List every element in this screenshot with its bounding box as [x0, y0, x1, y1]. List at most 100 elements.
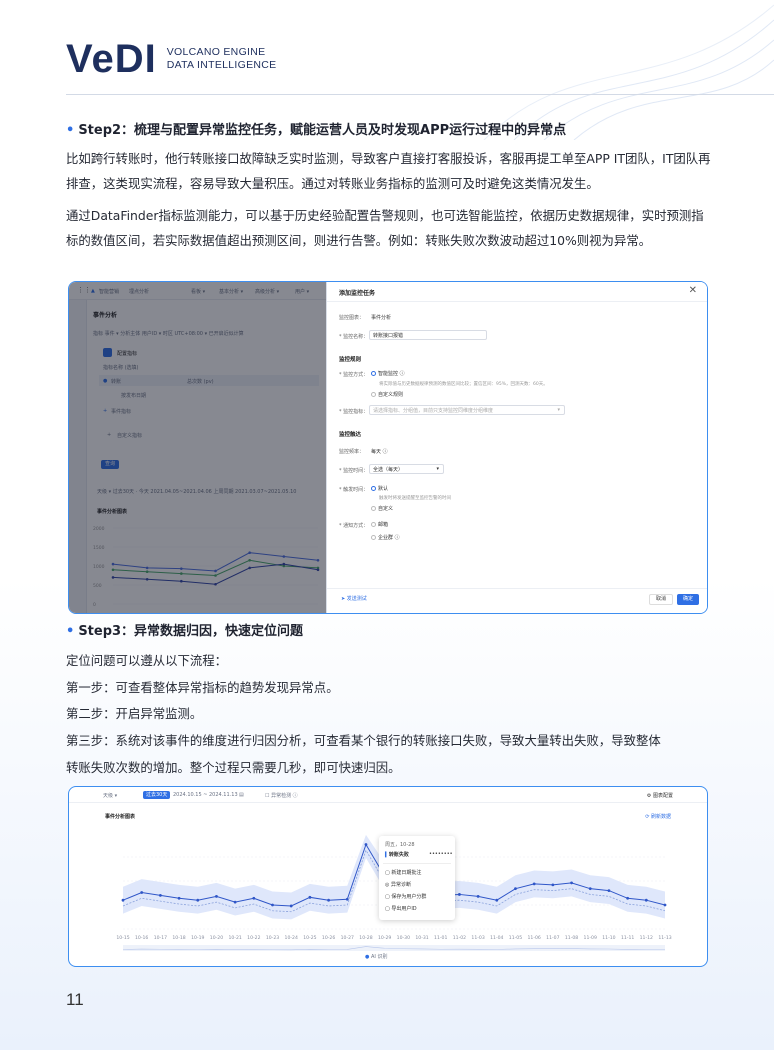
series-point: [233, 900, 237, 904]
series-point: [532, 882, 536, 886]
step3-step-a: 第一步：可查看整体异常指标的趋势发现异常点。: [66, 680, 339, 695]
channel-im-radio[interactable]: 企业群 ⓘ: [371, 534, 400, 541]
x-tick-label: 11-05: [509, 935, 522, 941]
brand-logo: VeDI VOLCANO ENGINE DATA INTELLIGENCE: [66, 37, 276, 81]
x-tick-label: 11-09: [584, 935, 597, 941]
x-tick-label: 11-03: [471, 935, 484, 941]
metric-label: * 监控指标：: [339, 409, 369, 415]
anomaly-checkbox[interactable]: ☐ 异常检测 ⓘ: [265, 792, 298, 799]
series-point: [158, 894, 162, 897]
range-chip[interactable]: 过去30天: [143, 791, 171, 799]
series-point: [271, 903, 274, 907]
x-tick-label: 11-02: [453, 935, 466, 941]
x-tick-label: 11-04: [490, 935, 503, 941]
ctx-series: ▍转账失败: [385, 852, 409, 858]
method-label: * 监控方式：: [339, 372, 369, 378]
time-label: * 监控时间：: [339, 468, 369, 474]
step2-paragraph-1: 比如跨行转账时，他行转账接口故障缺乏实时监测，导致客户直接打客服投诉，客服再提工…: [66, 151, 711, 191]
refresh-button[interactable]: ⟳ 刷新数据: [645, 813, 671, 820]
add-monitor-modal: 添加监控任务 ✕ 监控图表： 事件分析 * 监控名称： 转账接口报错 监控规则 …: [326, 282, 707, 613]
x-tick-label: 11-10: [602, 935, 615, 941]
x-tick-label: 10-20: [210, 935, 223, 941]
series-point: [308, 895, 312, 899]
close-icon[interactable]: ✕: [689, 285, 697, 296]
brand-subtitle: VOLCANO ENGINE DATA INTELLIGENCE: [166, 46, 277, 71]
brand-name: VeDI: [66, 37, 157, 81]
time-select[interactable]: 全选（每天） ▾: [369, 464, 444, 474]
series-point: [289, 904, 293, 908]
ctx-item-diagnose[interactable]: ◎ 异常诊断: [385, 881, 411, 888]
step3-heading: • Step3：异常数据归因，快速定位问题: [66, 624, 304, 639]
series-point: [495, 898, 499, 902]
chart-toolbar: 天级 ▾ 过去30天 2024.10.15 ~ 2024.11.13 ▤ ☐ 异…: [69, 787, 707, 803]
series-point: [476, 894, 480, 898]
ctx-item-segment[interactable]: ▢ 保存为用户分群: [385, 893, 426, 900]
step3-step-c-2: 转账失败次数的增加。整个过程只需要几秒，即可快速归因。: [66, 760, 401, 775]
x-tick-label: 10-16: [135, 935, 148, 941]
series-point: [663, 903, 667, 907]
send-test-button[interactable]: ➤ 发送测试: [335, 594, 373, 605]
channel-label: * 通知方式：: [339, 523, 369, 529]
rule-section-title: 监控规则: [339, 357, 362, 363]
confirm-button[interactable]: 确定: [676, 594, 699, 605]
frequency-value: 每天 ⓘ: [371, 449, 388, 455]
channel-email-radio[interactable]: 邮箱: [371, 521, 388, 528]
type-label: 监控图表：: [339, 315, 365, 321]
legend-ai[interactable]: ● AI 识别: [365, 953, 387, 960]
step3-step-b: 第二步：开启异常监测。: [66, 706, 203, 721]
series-point: [177, 896, 181, 900]
type-value: 事件分析: [371, 315, 392, 321]
frequency-label: 监控频率：: [339, 449, 365, 455]
ctx-item-export[interactable]: ▢ 导出用户ID: [385, 905, 417, 912]
calendar-icon[interactable]: ▤: [239, 792, 244, 798]
x-tick-label: 11-13: [658, 935, 671, 941]
x-tick-label: 10-24: [285, 935, 298, 941]
x-tick-label: 11-01: [434, 935, 447, 941]
step3-intro: 定位问题可以遵从以下流程：: [66, 653, 228, 668]
chart-config-button[interactable]: ⚙ 图表配置: [647, 792, 673, 799]
series-point: [514, 887, 517, 891]
granularity-select[interactable]: 天级 ▾: [103, 792, 117, 799]
x-tick-label: 10-28: [359, 935, 372, 941]
series-point: [551, 883, 555, 887]
series-point: [215, 894, 218, 898]
monitor-name-input[interactable]: 转账接口报错: [369, 330, 487, 340]
series-point: [196, 898, 200, 902]
cancel-button[interactable]: 取消: [648, 594, 673, 605]
x-tick-label: 11-07: [546, 935, 559, 941]
metric-select[interactable]: 请选择指标、分组值，目前只支持监控同维度分组维度 ▾: [369, 405, 565, 415]
notify-custom-radio[interactable]: 自定义: [371, 505, 393, 512]
header-divider: [66, 94, 774, 95]
page-number: 11: [66, 990, 84, 1009]
ctx-date: 周五，10-28: [385, 842, 415, 848]
method-smart-radio[interactable]: 智能监控 ⓘ: [371, 370, 405, 377]
monitor-config-screenshot: ⋮⋮ ▲ 智能营销 埋点分析 看板 ▾ 基本分析 ▾ 高级分析 ▾ 用户 ▾ 事…: [68, 281, 708, 614]
series-point: [252, 896, 256, 900]
date-range[interactable]: 2024.10.15 ~ 2024.11.13: [173, 792, 238, 798]
x-tick-label: 10-26: [322, 935, 335, 941]
x-tick-label: 11-06: [527, 935, 540, 941]
notify-default-radio[interactable]: 默认: [371, 485, 388, 492]
series-point: [607, 889, 611, 892]
x-tick-label: 10-15: [116, 935, 129, 941]
context-menu: 周五，10-28 ▍转账失败 •••••••• ▢ 新建日期批注 ◎ 异常诊断 …: [379, 836, 455, 920]
x-tick-label: 10-30: [397, 935, 410, 941]
anomaly-chart-screenshot: 天级 ▾ 过去30天 2024.10.15 ~ 2024.11.13 ▤ ☐ 异…: [68, 786, 708, 967]
x-tick-label: 11-11: [621, 935, 634, 941]
series-point: [327, 898, 330, 902]
modal-backdrop: [69, 282, 326, 613]
series-point: [588, 887, 592, 891]
x-tick-label: 11-12: [640, 935, 653, 941]
chart2-title: 事件分析图表: [105, 814, 136, 820]
decorative-wave: [483, 4, 774, 140]
x-tick-label: 10-18: [172, 935, 185, 941]
x-tick-label: 10-27: [341, 935, 354, 941]
method-smart-hint: 将实际值与历史数据规律预测的数值区间比较；置信区间：95%，回测天数：60天。: [379, 382, 548, 387]
series-point: [458, 893, 461, 896]
method-custom-radio[interactable]: 自定义规则: [371, 391, 403, 398]
series-point: [121, 898, 125, 902]
series-point: [364, 843, 368, 846]
series-point: [626, 896, 630, 900]
series-point: [570, 881, 573, 885]
ctx-item-annotate[interactable]: ▢ 新建日期批注: [385, 869, 421, 876]
